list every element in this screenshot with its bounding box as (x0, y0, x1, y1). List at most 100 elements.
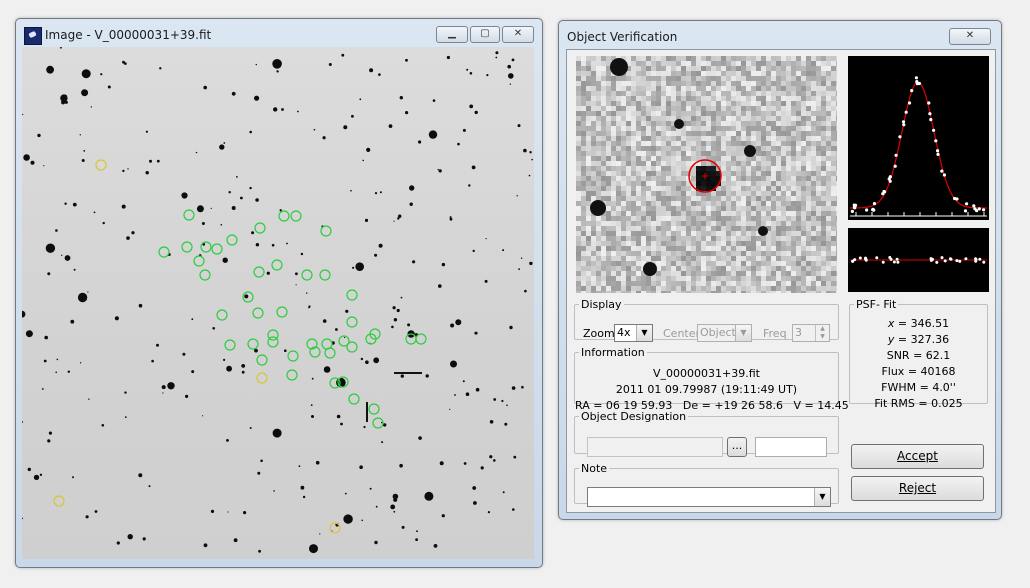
verification-titlebar[interactable]: Object Verification ✕ (559, 21, 1001, 51)
zoom-pixel (631, 176, 636, 181)
zoom-pixel (621, 276, 626, 281)
zoom-pixel (761, 106, 766, 111)
zoom-pixel (801, 201, 806, 206)
zoom-pixel (601, 146, 606, 151)
star (392, 306, 396, 310)
zoom-pixel (671, 101, 676, 106)
star (344, 492, 347, 495)
zoom-pixel (786, 111, 791, 116)
zoom-pixel (626, 271, 631, 276)
zoom-pixel (736, 176, 741, 181)
designation-name-field[interactable] (587, 437, 723, 457)
zoom-pixel (831, 266, 836, 271)
zoom-pixel (671, 61, 676, 66)
zoom-pixel (796, 181, 801, 186)
zoom-pixel (721, 151, 726, 156)
zoom-pixel (666, 126, 671, 131)
star (226, 439, 229, 442)
zoom-pixel (641, 186, 646, 191)
center-label: Center (663, 327, 701, 340)
minimize-button[interactable]: ▁ (436, 26, 468, 43)
zoom-pixel (576, 96, 581, 101)
zoom-pixel (836, 136, 837, 141)
zoom-pixel (706, 286, 711, 291)
object-zoom-view[interactable] (576, 56, 837, 293)
zoom-pixel (671, 56, 676, 61)
star-field-image[interactable] (22, 47, 534, 559)
zoom-pixel (616, 101, 621, 106)
zoom-pixel (726, 96, 731, 101)
zoom-pixel (761, 151, 766, 156)
zoom-pixel (731, 191, 736, 196)
zoom-pixel (746, 281, 751, 286)
star (100, 73, 103, 76)
zoom-pixel (751, 271, 756, 276)
zoom-pixel (626, 201, 631, 206)
zoom-pixel (811, 156, 816, 161)
zoom-pixel (576, 126, 581, 131)
zoom-pixel (821, 226, 826, 231)
zoom-pixel (671, 146, 676, 151)
image-window-titlebar[interactable]: Image - V_00000031+39.fit ▁ ▢ ✕ (16, 19, 542, 49)
zoom-pixel (661, 151, 666, 156)
zoom-pixel (721, 171, 726, 176)
star (107, 85, 111, 89)
zoom-pixel (791, 206, 796, 211)
zoom-pixel (836, 171, 837, 176)
star (306, 292, 308, 294)
maximize-button[interactable]: ▢ (470, 26, 500, 43)
zoom-pixel (786, 261, 791, 266)
information-legend: Information (581, 346, 645, 359)
zoom-pixel (731, 151, 736, 156)
zoom-pixel (826, 196, 831, 201)
zoom-pixel (641, 121, 646, 126)
zoom-pixel (636, 276, 641, 281)
zoom-pixel (606, 96, 611, 101)
zoom-pixel (671, 291, 676, 293)
zoom-pixel (626, 166, 631, 171)
zoom-pixel (716, 86, 721, 91)
zoom-pixel (751, 256, 756, 261)
center-select[interactable]: Object ▼ (697, 324, 752, 342)
zoom-select[interactable]: 4x ▼ (614, 324, 653, 342)
verification-close-button[interactable]: ✕ (949, 28, 991, 45)
zoom-pixel (836, 161, 837, 166)
zoom-pixel (781, 66, 786, 71)
accept-button[interactable]: Accept (851, 444, 984, 469)
designation-browse-button[interactable]: ... (727, 437, 747, 457)
zoom-pixel (616, 241, 621, 246)
zoom-pixel (791, 271, 796, 276)
zoom-pixel (781, 146, 786, 151)
freq-spinner[interactable]: 3 ▲ ▼ (792, 324, 830, 342)
zoom-pixel (836, 106, 837, 111)
zoom-pixel (621, 226, 626, 231)
close-button[interactable]: ✕ (502, 26, 534, 43)
zoom-pixel (741, 96, 746, 101)
zoom-pixel (786, 76, 791, 81)
zoom-pixel (591, 276, 596, 281)
zoom-pixel (626, 151, 631, 156)
zoom-pixel (781, 131, 786, 136)
zoom-pixel (711, 101, 716, 106)
zoom-pixel (676, 56, 681, 61)
zoom-pixel (636, 216, 641, 221)
zoom-pixel (746, 251, 751, 256)
zoom-pixel (681, 86, 686, 91)
zoom-pixel (671, 116, 676, 121)
zoom-pixel (756, 131, 761, 136)
zoom-pixel (716, 146, 721, 151)
zoom-pixel (661, 281, 666, 286)
info-filename: V_00000031+39.fit (653, 367, 760, 380)
zoom-pixel (666, 76, 671, 81)
zoom-pixel (776, 66, 781, 71)
zoom-pixel (591, 136, 596, 141)
zoom-pixel (781, 106, 786, 111)
note-combobox[interactable]: ▼ (587, 487, 831, 507)
zoom-pixel (801, 186, 806, 191)
designation-code-field[interactable] (755, 437, 827, 457)
reject-button[interactable]: Reject (851, 476, 984, 501)
zoom-pixel (621, 131, 626, 136)
star (373, 357, 380, 364)
star (489, 455, 493, 459)
zoom-pixel (646, 236, 651, 241)
